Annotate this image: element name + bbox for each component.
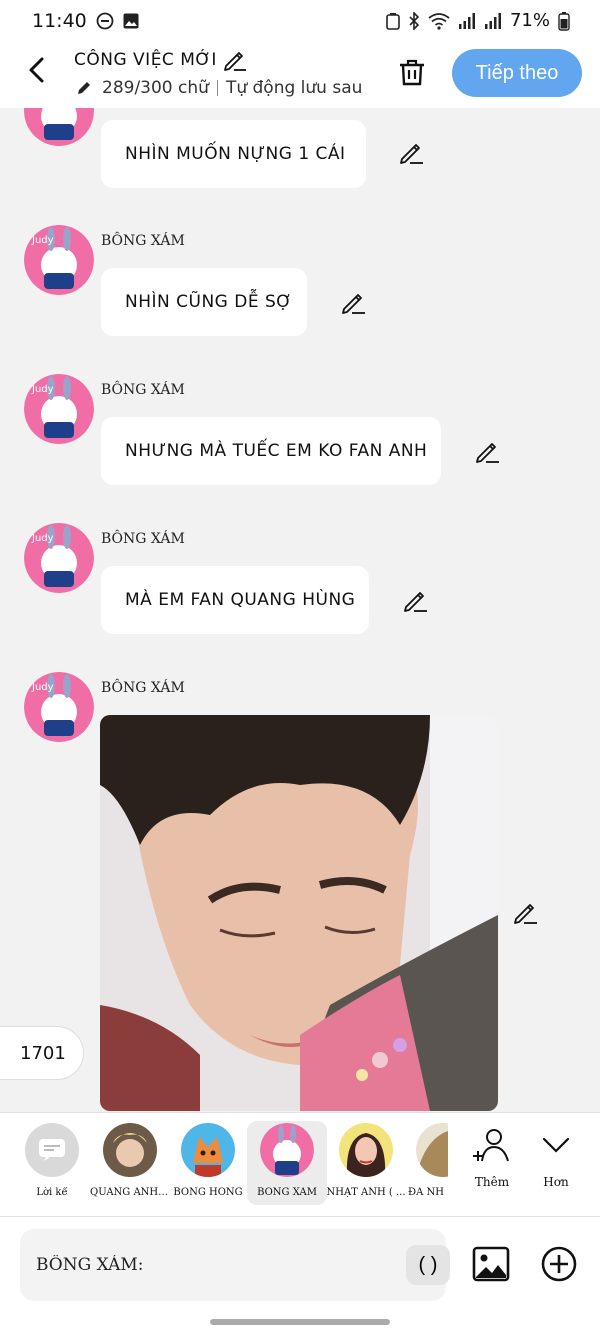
header-subline: 289/300 chữ Tự động lưu sau (76, 78, 362, 98)
divider (216, 80, 218, 96)
message-bubble[interactable]: NHÌN MUỐN NỰNG 1 CÁI (101, 120, 366, 188)
battery-percent: 71% (509, 10, 550, 31)
message-photo[interactable] (100, 715, 498, 1111)
svg-text:Judy: Judy (31, 384, 54, 395)
next-button[interactable]: Tiếp theo (452, 49, 582, 97)
message-bubble[interactable]: NHƯNG MÀ TUẾC EM KO FAN ANH (101, 417, 441, 485)
edit-title-icon[interactable] (222, 46, 248, 72)
avatar[interactable]: Judy (24, 374, 94, 444)
editor-header: CÔNG VIỆC MỚI 289/300 chữ Tự động lưu sa… (0, 44, 600, 108)
avatar[interactable] (24, 108, 94, 146)
chat-area: NHÌN MUỐN NỰNG 1 CÁI Judy BÔNG XÁM NHÌN … (0, 108, 600, 1112)
character-partial[interactable]: ĐA NH (404, 1121, 448, 1205)
message-bubble[interactable]: MÀ EM FAN QUANG HÙNG (101, 566, 369, 634)
do-not-disturb-icon (96, 12, 114, 30)
message-text: NHƯNG MÀ TUẾC EM KO FAN ANH (125, 441, 428, 461)
message-input-container: ( ) (20, 1229, 450, 1301)
avatar[interactable]: Judy (24, 523, 94, 593)
image-icon[interactable] (472, 1245, 510, 1283)
add-circle-icon[interactable] (540, 1245, 578, 1283)
avatar-quang-anh (103, 1123, 157, 1177)
avatar-partial (416, 1123, 448, 1177)
sender-name: BÔNG XÁM (101, 531, 185, 547)
add-character-button[interactable]: Thêm (462, 1127, 522, 1189)
character-label: ĐA NH (408, 1187, 444, 1198)
page-title[interactable]: CÔNG VIỆC MỚI (74, 50, 217, 70)
character-selector: Lời kể QUANG ANH ... BÔNG HỒNG BÔNG XÁM … (0, 1112, 600, 1216)
edit-message-icon[interactable] (340, 288, 368, 316)
avatar-bong-xam (260, 1123, 314, 1177)
character-quang-anh[interactable]: QUANG ANH ... (90, 1121, 170, 1205)
character-label: BÔNG XÁM (257, 1187, 317, 1198)
more-label: Hơn (543, 1175, 569, 1189)
signal-icon-1 (458, 12, 475, 29)
message-text: MÀ EM FAN QUANG HÙNG (125, 590, 356, 610)
avatar-nhat-anh (339, 1123, 393, 1177)
autosave-status: Tự động lưu sau (225, 78, 363, 98)
bluetooth-icon (409, 11, 420, 30)
chevron-down-icon (542, 1137, 570, 1153)
add-person-icon (473, 1129, 509, 1162)
sender-name: BÔNG XÁM (101, 233, 185, 249)
status-bar: 11:40 71% (0, 0, 600, 44)
home-indicator[interactable] (210, 1319, 390, 1325)
edit-message-icon[interactable] (512, 898, 540, 926)
message-bubble[interactable]: NHÌN CŨNG DỄ SỢ (101, 268, 307, 336)
message-text: NHÌN CŨNG DỄ SỢ (125, 292, 293, 312)
message-input[interactable] (36, 1247, 376, 1283)
character-label: BÔNG HỒNG (173, 1187, 243, 1198)
sender-name: BÔNG XÁM (101, 382, 185, 398)
pencil-icon (78, 82, 90, 94)
back-arrow-icon[interactable] (22, 54, 54, 86)
character-label: QUANG ANH ... (90, 1187, 170, 1198)
input-bar: ( ) (0, 1216, 600, 1333)
character-bong-hong[interactable]: BÔNG HỒNG (168, 1121, 248, 1205)
add-character-label: Thêm (474, 1175, 510, 1189)
message-counter-badge[interactable]: 1701 (0, 1026, 84, 1080)
char-count: 289/300 chữ (102, 78, 209, 98)
svg-text:Judy: Judy (31, 533, 54, 544)
edit-message-icon[interactable] (474, 437, 502, 465)
gallery-notification-icon (123, 13, 139, 29)
character-bong-xam[interactable]: BÔNG XÁM (247, 1121, 327, 1205)
sender-name: BÔNG XÁM (101, 680, 185, 696)
character-label: NHẬT ÁNH ( ... (326, 1187, 406, 1198)
parenthesis-button[interactable]: ( ) (406, 1245, 450, 1285)
svg-text:Judy: Judy (31, 235, 54, 246)
edit-message-icon[interactable] (402, 586, 430, 614)
alarm-icon (386, 12, 400, 30)
more-button[interactable]: Hơn (526, 1127, 586, 1189)
character-label: Lời kể (36, 1187, 68, 1198)
status-time: 11:40 (32, 10, 87, 32)
svg-text:Judy: Judy (31, 682, 54, 693)
avatar[interactable]: Judy (24, 225, 94, 295)
narration-icon (25, 1123, 79, 1177)
wifi-icon (428, 12, 450, 30)
battery-icon (558, 11, 570, 31)
avatar-bong-hong (181, 1123, 235, 1177)
signal-icon-2 (484, 12, 501, 29)
character-nhat-anh[interactable]: NHẬT ÁNH ( ... (326, 1121, 406, 1205)
character-narration[interactable]: Lời kể (12, 1121, 92, 1205)
status-right: 71% (386, 10, 570, 31)
trash-icon[interactable] (396, 56, 428, 88)
message-text: NHÌN MUỐN NỰNG 1 CÁI (125, 144, 346, 164)
edit-message-icon[interactable] (398, 138, 426, 166)
avatar[interactable]: Judy (24, 672, 94, 742)
